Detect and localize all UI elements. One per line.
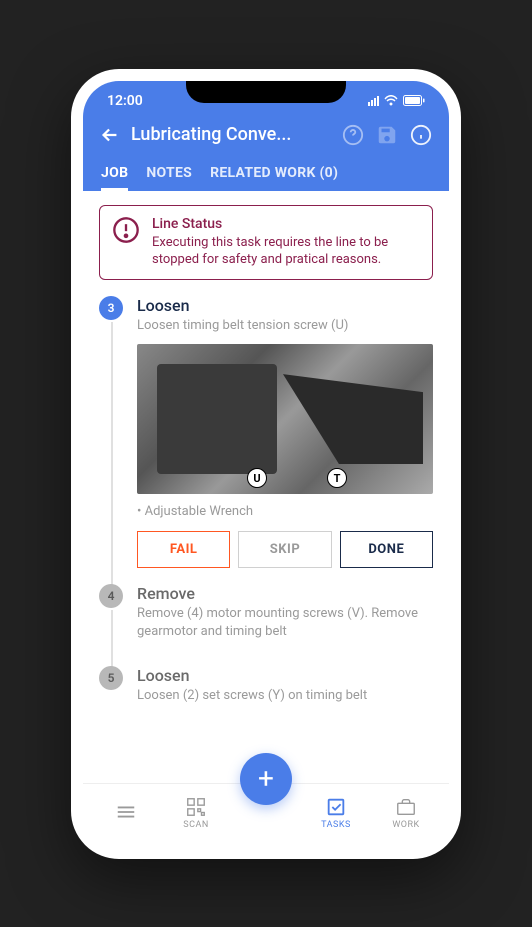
tab-notes[interactable]: NOTES xyxy=(146,157,192,191)
wifi-icon xyxy=(383,95,399,107)
step-number: 4 xyxy=(99,584,123,608)
done-button[interactable]: DONE xyxy=(340,531,433,568)
status-time: 12:00 xyxy=(107,93,143,109)
save-icon[interactable] xyxy=(375,123,399,147)
image-callout-u: U xyxy=(247,468,267,488)
work-icon xyxy=(395,796,417,818)
step-title: Loosen xyxy=(137,666,433,685)
alert-title: Line Status xyxy=(152,216,420,232)
step-description: Remove (4) motor mounting screws (V). Re… xyxy=(137,605,433,640)
qr-icon xyxy=(185,796,207,818)
back-icon[interactable] xyxy=(99,124,121,146)
step-image[interactable]: U T xyxy=(137,344,433,494)
alert-body: Executing this task requires the line to… xyxy=(152,234,420,269)
line-status-alert: Line Status Executing this task requires… xyxy=(99,205,433,280)
step-item: 5 Loosen Loosen (2) set screws (Y) on ti… xyxy=(99,666,433,731)
step-actions: FAIL SKIP DONE xyxy=(137,531,433,568)
fail-button[interactable]: FAIL xyxy=(137,531,230,568)
tab-job[interactable]: JOB xyxy=(101,157,128,191)
battery-icon xyxy=(403,95,425,106)
step-item: 4 Remove Remove (4) motor mounting screw… xyxy=(99,584,433,666)
page-title: Lubricating Conve... xyxy=(131,124,331,145)
help-icon[interactable] xyxy=(341,123,365,147)
step-number: 5 xyxy=(99,666,123,690)
device-notch xyxy=(186,77,346,103)
status-icons xyxy=(368,95,425,107)
step-description: Loosen timing belt tension screw (U) xyxy=(137,317,433,335)
tab-related-work[interactable]: RELATED WORK (0) xyxy=(210,157,338,191)
step-title: Loosen xyxy=(137,296,433,315)
image-callout-t: T xyxy=(327,468,347,488)
tab-bar: JOB NOTES RELATED WORK (0) xyxy=(83,157,449,191)
nav-label: TASKS xyxy=(321,820,351,830)
info-icon[interactable] xyxy=(409,123,433,147)
add-fab[interactable]: + xyxy=(240,753,292,805)
nav-work[interactable]: WORK xyxy=(376,796,436,830)
nav-label: WORK xyxy=(392,820,419,830)
content-area[interactable]: Line Status Executing this task requires… xyxy=(83,191,449,741)
phone-frame: 12:00 Lubricating Conve... JO xyxy=(71,69,461,859)
step-item: 3 Loosen Loosen timing belt tension scre… xyxy=(99,296,433,585)
title-row: Lubricating Conve... xyxy=(83,117,449,157)
step-tool: • Adjustable Wrench xyxy=(137,504,433,519)
nav-scan[interactable]: SCAN xyxy=(166,796,226,830)
step-number: 3 xyxy=(99,296,123,320)
nav-menu[interactable] xyxy=(96,801,156,825)
step-description: Loosen (2) set screws (Y) on timing belt xyxy=(137,687,433,705)
tasks-icon xyxy=(325,796,347,818)
signal-icon xyxy=(368,96,379,106)
step-list: 3 Loosen Loosen timing belt tension scre… xyxy=(99,296,433,731)
alert-icon xyxy=(112,216,140,244)
step-title: Remove xyxy=(137,584,433,603)
nav-label: SCAN xyxy=(183,820,209,830)
nav-tasks[interactable]: TASKS xyxy=(306,796,366,830)
skip-button[interactable]: SKIP xyxy=(238,531,331,568)
menu-icon xyxy=(115,801,137,823)
